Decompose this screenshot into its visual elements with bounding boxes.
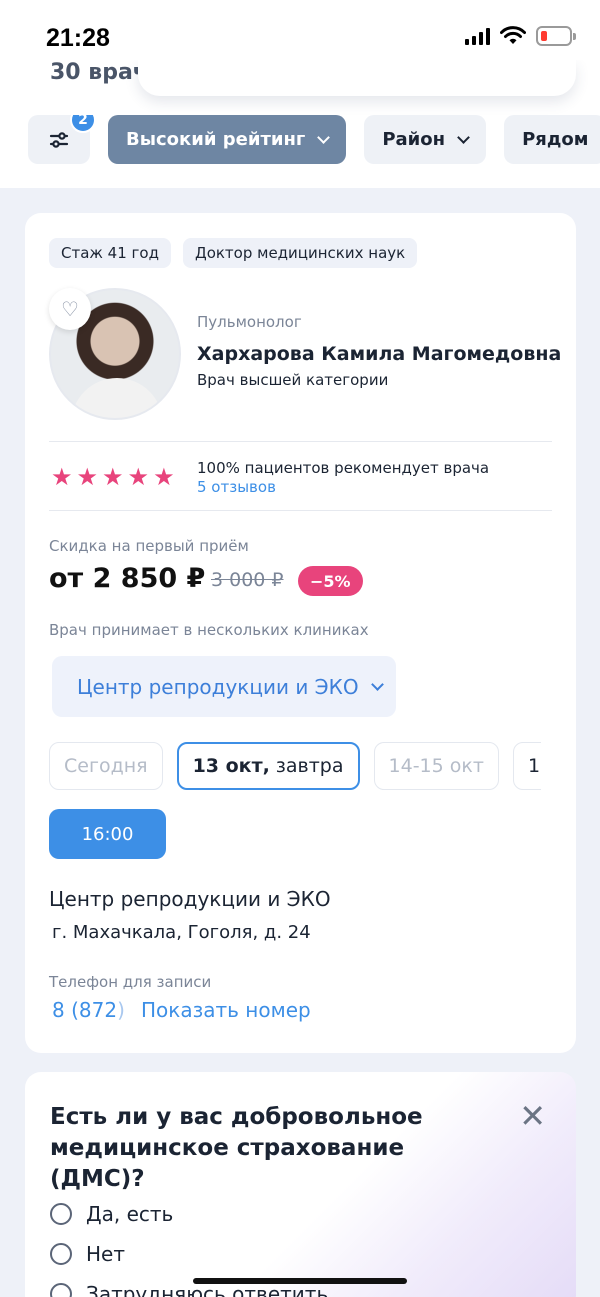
search-popup	[138, 60, 576, 96]
star-icon: ★	[76, 463, 99, 491]
show-number-link[interactable]: Показать номер	[141, 998, 311, 1022]
date-16[interactable]: 16	[512, 742, 541, 790]
phone-partial: 8 (872	[52, 998, 118, 1022]
star-icon: ★	[51, 463, 73, 491]
dms-option-yes[interactable]: Да, есть	[50, 1194, 328, 1234]
tag-degree: Доктор медицинских наук	[182, 238, 418, 268]
chevron-down-icon	[317, 130, 331, 144]
date-14-15[interactable]: 14-15 окт	[373, 742, 499, 790]
filters-row: 2 Высокий рейтинг Район Рядом	[28, 115, 600, 164]
phone-fade: )	[117, 998, 125, 1022]
star-icon: ★	[153, 463, 175, 491]
reviews-link[interactable]: 5 отзывов	[197, 478, 276, 496]
battery-low-icon	[536, 26, 576, 46]
clinic-select[interactable]: Центр репродукции и ЭКО	[52, 656, 396, 717]
radio-icon	[50, 1243, 72, 1265]
filter-label: Рядом	[522, 129, 589, 150]
clinics-label: Врач принимает в нескольких клиниках	[49, 621, 369, 639]
clinic-name: Центр репродукции и ЭКО	[49, 887, 331, 911]
dms-title: Есть ли у вас добровольное медицинское с…	[50, 1104, 423, 1192]
discount-label: Скидка на первый приём	[49, 537, 249, 555]
star-icon: ★	[127, 463, 150, 491]
dms-survey-card: Есть ли у вас добровольное медицинское с…	[25, 1072, 576, 1297]
filter-bar: 30 врач 2 Высокий рейтинг Район Рядом	[0, 60, 600, 188]
phone-label: Телефон для записи	[49, 973, 212, 991]
date-day: завтра	[275, 755, 344, 777]
home-indicator[interactable]	[193, 1278, 407, 1284]
doctor-category: Врач высшей категории	[197, 371, 389, 389]
filter-nearby[interactable]: Рядом	[504, 115, 600, 164]
chevron-down-icon	[370, 677, 384, 691]
radio-icon	[50, 1203, 72, 1225]
phone-number: 8 (872)	[52, 998, 125, 1022]
recommend-text: 100% пациентов рекомендует врача	[197, 459, 490, 477]
wifi-icon	[500, 26, 526, 44]
discount-badge: −5%	[298, 566, 363, 596]
option-label: Да, есть	[86, 1202, 174, 1226]
dms-option-no[interactable]: Нет	[50, 1234, 328, 1274]
results-count: 30 врач	[50, 60, 148, 85]
status-icons	[465, 26, 576, 46]
date-tomorrow[interactable]: 13 окт, завтра	[176, 742, 360, 790]
option-label: Затрудняюсь ответить	[86, 1282, 329, 1297]
radio-icon	[50, 1283, 72, 1297]
signal-icon	[465, 27, 490, 45]
doctor-card: Стаж 41 год Доктор медицинских наук ♡ Пу…	[25, 213, 576, 1053]
doctor-tags: Стаж 41 год Доктор медицинских наук	[49, 238, 418, 268]
filter-label: Район	[382, 129, 446, 150]
chevron-down-icon	[457, 130, 470, 144]
price: от 2 850 ₽	[49, 563, 206, 594]
sliders-icon	[49, 131, 69, 148]
date-label: 13 окт,	[192, 755, 270, 777]
filter-label: Высокий рейтинг	[126, 129, 306, 150]
close-icon[interactable]: ✕	[519, 1100, 546, 1132]
filter-count-badge: 2	[70, 115, 96, 133]
tag-experience: Стаж 41 год	[49, 238, 171, 268]
divider	[49, 441, 552, 442]
divider	[49, 510, 552, 511]
doctor-specialty: Пульмонолог	[197, 313, 302, 331]
doctor-name[interactable]: Хархарова Камила Магомедовна	[197, 343, 561, 365]
star-icon: ★	[102, 463, 124, 491]
favorite-heart-icon[interactable]: ♡	[49, 288, 91, 330]
status-time: 21:28	[46, 24, 110, 52]
option-label: Нет	[86, 1242, 125, 1266]
filter-high-rating[interactable]: Высокий рейтинг	[108, 115, 347, 164]
date-today[interactable]: Сегодня	[49, 742, 163, 790]
clinic-address: г. Махачкала, Гоголя, д. 24	[52, 922, 311, 943]
filter-district[interactable]: Район	[364, 115, 487, 164]
rating-stars: ★ ★ ★ ★ ★	[51, 463, 175, 491]
old-price: 3 000 ₽	[211, 569, 284, 591]
time-slot-button[interactable]: 16:00	[49, 809, 166, 859]
filter-settings-button[interactable]: 2	[28, 115, 96, 164]
date-picker: Сегодня 13 окт, завтра 14-15 окт 16	[49, 742, 541, 792]
clinic-select-value: Центр репродукции и ЭКО	[77, 674, 359, 699]
